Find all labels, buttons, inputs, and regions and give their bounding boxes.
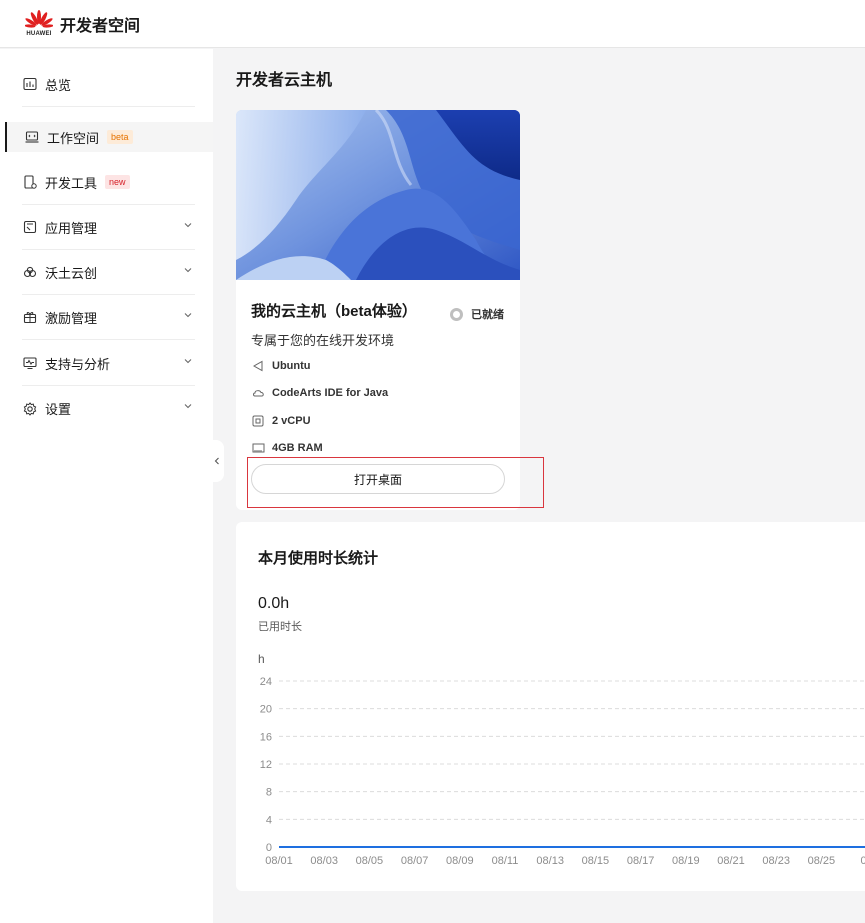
x-tick-label: 08/13: [536, 855, 564, 867]
sidebar-item-app-management[interactable]: 应用管理: [22, 205, 195, 250]
logo-text: HUAWEI: [26, 31, 52, 37]
chevron-down-icon[interactable]: [183, 220, 193, 230]
sidebar-item-devtools[interactable]: 开发工具 new: [22, 160, 195, 205]
x-tick-label: 08/25: [808, 855, 836, 867]
x-tick-label: 08/23: [762, 855, 790, 867]
sidebar-item-label: 工作空间: [47, 130, 100, 146]
y-tick-label: 0: [266, 842, 272, 854]
vm-name: 我的云主机（beta体验）: [251, 303, 417, 320]
gift-icon: [22, 309, 38, 325]
x-tick-label: 08/01: [265, 855, 293, 867]
chevron-down-icon[interactable]: [183, 265, 193, 275]
chart-icon: [22, 76, 38, 92]
status-ready-icon: [450, 307, 463, 321]
sidebar-item-label: 激励管理: [45, 310, 98, 326]
workspace-icon: [24, 129, 40, 145]
y-tick-label: 12: [260, 759, 272, 771]
vm-status: 已就绪: [450, 306, 504, 322]
app-icon: [22, 219, 38, 235]
devtools-icon: [22, 174, 38, 190]
x-axis-ticks: 08/01 08/03 08/05 08/07 08/09 08/11 08/13 08/15…: [265, 855, 865, 867]
x-tick-label: 08/15: [582, 855, 610, 867]
spec-label: Ubuntu: [272, 360, 311, 372]
monitor-icon: [22, 355, 38, 371]
sidebar-item-label: 总览: [45, 77, 72, 93]
spec-label: 2 vCPU: [272, 415, 311, 427]
usage-value: 0.0h: [258, 595, 290, 612]
y-axis-ticks: 0 4 8 12 16 20 24: [260, 676, 272, 854]
ide-icon: [251, 386, 265, 400]
x-tick-label: 08: [860, 855, 865, 867]
spec-ide: CodeArts IDE for Java: [251, 386, 388, 400]
huawei-logo[interactable]: HUAWEI: [22, 10, 56, 37]
beta-badge: beta: [107, 130, 133, 144]
spec-cpu: 2 vCPU: [251, 414, 311, 428]
vm-status-label: 已就绪: [471, 309, 504, 321]
chevron-down-icon[interactable]: [183, 356, 193, 366]
stats-title: 本月使用时长统计: [258, 550, 379, 567]
sidebar-item-label: 开发工具: [45, 175, 98, 191]
gear-icon: [22, 401, 38, 417]
y-tick-label: 16: [260, 731, 272, 743]
ubuntu-icon: [251, 359, 265, 373]
spec-label: 4GB RAM: [272, 442, 323, 454]
y-tick-label: 4: [266, 814, 272, 826]
new-badge: new: [105, 175, 130, 189]
chart-grid: [279, 680, 865, 820]
vm-card: 我的云主机（beta体验） 已就绪 专属于您的在线开发环境 Ubuntu Cod…: [236, 110, 520, 510]
x-tick-label: 08/19: [672, 855, 700, 867]
sidebar-item-label: 沃土云创: [45, 265, 98, 281]
sidebar-item-workspace[interactable]: 工作空间 beta: [5, 122, 213, 152]
sidebar-collapse-button[interactable]: [210, 440, 224, 482]
sidebar-item-support-analysis[interactable]: 支持与分析: [22, 341, 195, 386]
page-title: 开发者云主机: [236, 72, 333, 89]
sidebar-item-label: 应用管理: [45, 220, 98, 236]
usage-stats-card: 本月使用时长统计 0.0h 已用时长 h 0 4 8 12 16 20 24 08/01 08…: [236, 522, 865, 891]
usage-label: 已用时长: [258, 621, 302, 633]
chevron-down-icon[interactable]: [183, 401, 193, 411]
x-tick-label: 08/17: [627, 855, 655, 867]
vm-description: 专属于您的在线开发环境: [251, 333, 395, 348]
spec-label: CodeArts IDE for Java: [272, 387, 389, 399]
chevron-down-icon[interactable]: [183, 310, 193, 320]
y-tick-label: 20: [260, 704, 272, 716]
sidebar-item-overview[interactable]: 总览: [22, 62, 195, 107]
sidebar-item-incentive[interactable]: 激励管理: [22, 295, 195, 340]
chevron-left-icon: [214, 457, 219, 465]
sidebar-item-label: 支持与分析: [45, 356, 111, 372]
huawei-flower-icon: [25, 10, 53, 28]
app-title: 开发者空间: [60, 17, 141, 35]
vm-banner-image: [236, 110, 520, 280]
cloud-icon: [22, 264, 38, 280]
x-tick-label: 08/03: [310, 855, 338, 867]
usage-chart: h 04812162024 08/01 08/03 08/05 08/07 08/09 0…: [258, 652, 865, 867]
spec-ram: 4GB RAM: [251, 441, 323, 455]
y-tick-label: 24: [260, 676, 272, 688]
cpu-icon: [251, 414, 265, 428]
y-tick-label: 8: [266, 787, 272, 799]
x-tick-label: 08/21: [717, 855, 745, 867]
sidebar: 总览 工作空间 beta 开发工具 new 应用管理 沃土云创 激励管理 支持与…: [0, 49, 213, 923]
x-tick-label: 08/07: [401, 855, 429, 867]
sidebar-item-label: 设置: [45, 402, 72, 417]
ram-icon: [251, 441, 265, 455]
x-tick-label: 08/09: [446, 855, 474, 867]
open-desktop-button[interactable]: 打开桌面: [251, 464, 505, 494]
x-tick-label: 08/05: [356, 855, 384, 867]
spec-os: Ubuntu: [251, 359, 310, 373]
x-tick-label: 08/11: [492, 855, 519, 867]
top-header: HUAWEI 开发者空间: [0, 0, 865, 48]
sidebar-item-wotu[interactable]: 沃土云创: [22, 250, 195, 295]
sidebar-item-settings[interactable]: 设置: [22, 386, 195, 431]
y-axis-label: h: [258, 652, 265, 666]
